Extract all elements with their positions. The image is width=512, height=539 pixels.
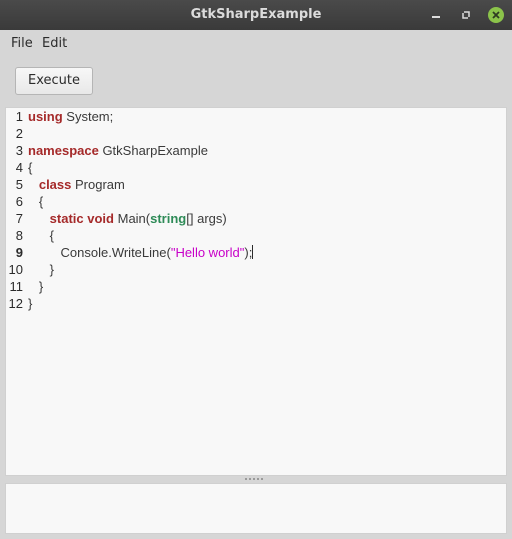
line-number: 6 (15, 194, 23, 209)
syntax-token-str: "Hello world" (170, 245, 245, 260)
code-token: Main( (114, 211, 151, 226)
close-icon (492, 11, 500, 19)
execute-button[interactable]: Execute (15, 67, 93, 95)
syntax-token-kw: using (28, 109, 63, 124)
code-line[interactable]: 9 Console.WriteLine("Hello world"); (6, 244, 254, 261)
line-code: static void Main(string[] args) (28, 210, 227, 227)
code-token: } (28, 296, 33, 311)
syntax-token-kw: void (87, 211, 114, 226)
menu-edit[interactable]: Edit (42, 36, 67, 51)
code-line[interactable]: 3 namespace GtkSharpExample (6, 142, 208, 159)
syntax-token-kw: namespace (28, 143, 99, 158)
minimize-button[interactable] (428, 7, 444, 23)
menu-bar: File Edit (0, 30, 512, 58)
line-number: 1 (15, 109, 23, 124)
line-code: namespace GtkSharpExample (28, 142, 208, 159)
code-token: System; (62, 109, 114, 124)
line-number: 5 (15, 177, 23, 192)
code-token: [] args) (186, 211, 227, 226)
line-code: class Program (28, 176, 125, 193)
line-number: 7 (15, 211, 23, 226)
line-code: { (28, 193, 43, 210)
pane-divider-handle[interactable] (243, 478, 267, 481)
code-line[interactable]: 2 (6, 125, 23, 142)
menu-file[interactable]: File (11, 36, 33, 51)
code-token: { (28, 228, 55, 243)
code-line[interactable]: 5 class Program (6, 176, 125, 193)
line-number: 9 (15, 245, 23, 260)
maximize-button[interactable] (458, 7, 474, 23)
code-line[interactable]: 12} (6, 295, 33, 312)
line-number: 2 (15, 126, 23, 141)
title-bar: GtkSharpExample (0, 0, 512, 30)
code-token: Console.WriteLine( (28, 245, 171, 260)
code-token: ); (244, 245, 253, 260)
close-button[interactable] (488, 7, 504, 23)
line-number: 10 (8, 262, 23, 277)
code-line[interactable]: 8 { (6, 227, 54, 244)
syntax-token-kw: static (49, 211, 84, 226)
line-code: { (28, 159, 32, 176)
text-cursor (252, 245, 254, 259)
line-number: 11 (9, 279, 24, 294)
line-number: 4 (15, 160, 23, 175)
code-line[interactable]: 7 static void Main(string[] args) (6, 210, 227, 227)
line-code: } (28, 261, 54, 278)
maximize-icon (462, 11, 470, 19)
code-token: { (28, 160, 33, 175)
code-editor[interactable]: 1 using System; 2 3 namespace GtkSharpExampl… (5, 107, 507, 476)
minimize-icon (432, 16, 440, 18)
line-number: 12 (8, 296, 23, 311)
code-line[interactable]: 1 using System; (6, 108, 113, 125)
code-token: } (28, 262, 55, 277)
code-token: GtkSharpExample (98, 143, 208, 158)
code-line[interactable]: 10 } (6, 261, 54, 278)
line-code: { (28, 227, 54, 244)
code-token: { (28, 194, 44, 209)
line-number: 8 (15, 228, 23, 243)
code-token: } (28, 279, 44, 294)
code-line[interactable]: 6 { (6, 193, 43, 210)
code-line[interactable]: 4{ (6, 159, 33, 176)
syntax-token-kw: class (38, 177, 72, 192)
line-code: } (28, 278, 43, 295)
line-code: using System; (28, 108, 113, 125)
code-line[interactable]: 11 } (6, 278, 44, 295)
line-number: 3 (15, 143, 23, 158)
output-panel[interactable] (5, 483, 507, 534)
line-code: } (28, 295, 32, 312)
code-token: Program (71, 177, 125, 192)
line-code: Console.WriteLine("Hello world"); (28, 244, 254, 261)
syntax-token-kw-type: string (150, 211, 187, 226)
